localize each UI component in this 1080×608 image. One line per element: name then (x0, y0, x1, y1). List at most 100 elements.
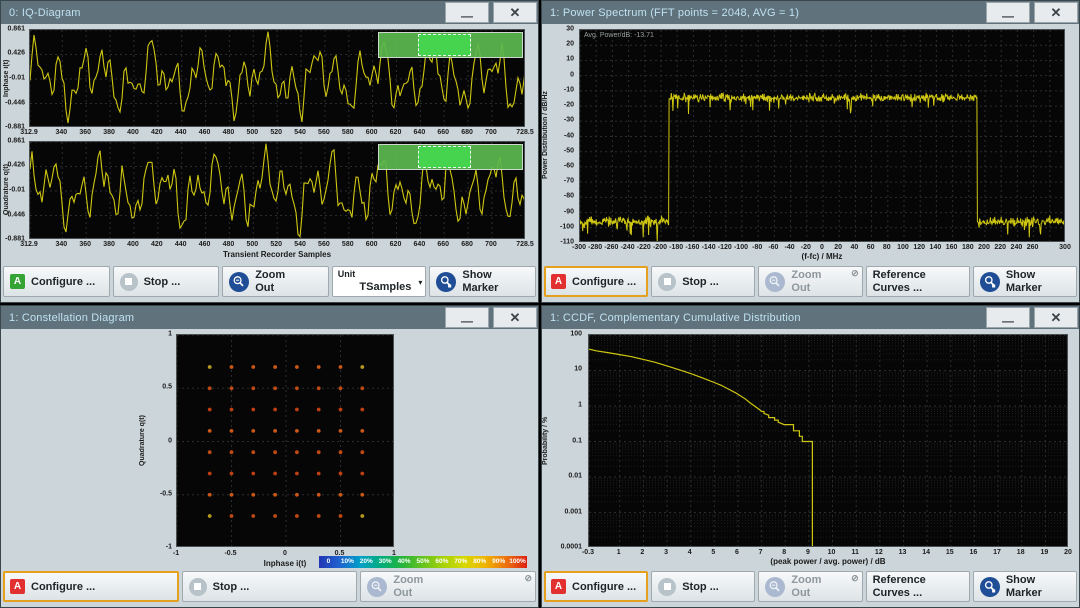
magnifier-icon (229, 272, 249, 292)
show-marker-button[interactable]: ShowMarker (973, 571, 1077, 602)
tick-label: 728.5 (516, 129, 534, 136)
configure-button[interactable]: A Configure ... (3, 266, 110, 297)
tick-label: 0 (168, 437, 172, 444)
ccdf-plot[interactable] (588, 334, 1068, 547)
minimize-button[interactable]: — (445, 2, 489, 23)
close-button[interactable]: ✕ (493, 2, 537, 23)
tick-label: 340 (55, 241, 67, 248)
stop-button[interactable]: Stop ... (182, 571, 358, 602)
zoom-out-button[interactable]: ZoomOut (222, 266, 329, 297)
tick-label: -120 (718, 244, 732, 251)
zoom-selection-handle[interactable] (418, 34, 471, 56)
tick-label: -260 (604, 244, 618, 251)
constellation-titlebar[interactable]: 1: Constellation Diagram — ✕ (1, 306, 538, 329)
reference-curves-button[interactable]: ReferenceCurves ... (866, 266, 970, 297)
disabled-badge-icon: ⊘ (851, 573, 859, 584)
minimize-button[interactable]: — (445, 307, 489, 328)
tick-label: 0.861 (7, 138, 25, 145)
close-button[interactable]: ✕ (1034, 307, 1078, 328)
tick-label: 540 (294, 129, 306, 136)
tick-label: 0 (820, 244, 824, 251)
unit-dropdown[interactable]: Unit TSamples ▾ (332, 266, 427, 297)
spectrum-window-title: 1: Power Spectrum (FFT points = 2048, AV… (542, 7, 799, 19)
tick-label: -0.446 (5, 211, 25, 218)
close-icon: ✕ (510, 5, 521, 21)
tick-label: -200 (653, 244, 667, 251)
tick-label: -40 (785, 244, 795, 251)
reference-curves-button[interactable]: ReferenceCurves ... (866, 571, 970, 602)
tick-label: -60 (564, 162, 574, 169)
iq-titlebar[interactable]: 0: IQ-Diagram — ✕ (1, 1, 538, 24)
configure-button[interactable]: A Configure ... (544, 571, 648, 602)
tick-label: 660 (437, 241, 449, 248)
zoom-overview-widget[interactable] (378, 32, 523, 58)
iq-plot2-xticks: 312.934036038040042044046048050052054056… (29, 240, 525, 250)
tick-label: 440 (175, 241, 187, 248)
spectrum-plot[interactable]: Avg. Power/dB: -13.71 (579, 29, 1065, 242)
iq-plot2-quadrature[interactable] (29, 141, 525, 239)
spectrum-toolbar: A Configure ... Stop ... ZoomOut ⊘ Refer… (542, 264, 1079, 302)
tick-label: 8 (782, 549, 786, 556)
marker-icon (980, 272, 1000, 292)
iq-plot1-inphase[interactable] (29, 29, 525, 127)
show-marker-button[interactable]: ShowMarker (429, 266, 536, 297)
disabled-badge-icon: ⊘ (524, 573, 532, 584)
zoom-out-button-disabled[interactable]: ZoomOut ⊘ (360, 571, 536, 602)
ccdf-titlebar[interactable]: 1: CCDF, Complementary Cumulative Distri… (542, 306, 1079, 329)
tick-label: 400 (127, 129, 139, 136)
avg-power-annotation: Avg. Power/dB: -13.71 (584, 32, 654, 39)
tick-label: 600 (366, 241, 378, 248)
window-ccdf: 1: CCDF, Complementary Cumulative Distri… (541, 305, 1080, 608)
minimize-button[interactable]: — (986, 2, 1030, 23)
spectrum-titlebar[interactable]: 1: Power Spectrum (FFT points = 2048, AV… (542, 1, 1079, 24)
colorbar-label: 20% (357, 556, 376, 568)
constellation-plot[interactable] (176, 334, 394, 547)
zoom-selection-handle[interactable] (418, 146, 471, 168)
close-button[interactable]: ✕ (1034, 2, 1078, 23)
tick-label: -90 (564, 208, 574, 215)
zoom-out-button-disabled[interactable]: ZoomOut ⊘ (758, 266, 862, 297)
tick-label: -220 (637, 244, 651, 251)
minimize-icon: — (461, 9, 473, 23)
tick-label: 20 (566, 41, 574, 48)
tick-label: 380 (103, 129, 115, 136)
ccdf-toolbar: A Configure ... Stop ... ZoomOut ⊘ Refer… (542, 569, 1079, 607)
tick-label: 580 (342, 241, 354, 248)
tick-label: 500 (246, 129, 258, 136)
close-button[interactable]: ✕ (493, 307, 537, 328)
iq-xaxis-caption: Transient Recorder Samples (29, 250, 525, 259)
tick-label: -50 (564, 147, 574, 154)
marker-icon (436, 272, 456, 292)
window-power-spectrum: 1: Power Spectrum (FFT points = 2048, AV… (541, 0, 1080, 303)
stop-button[interactable]: Stop ... (651, 571, 755, 602)
tick-label: -180 (669, 244, 683, 251)
stop-button[interactable]: Stop ... (113, 266, 220, 297)
zoom-out-button-disabled[interactable]: ZoomOut ⊘ (758, 571, 862, 602)
tick-label: 10 (566, 56, 574, 63)
ccdf-xaxis-caption: (peak power / avg. power) / dB (588, 557, 1068, 566)
tick-label: -280 (588, 244, 602, 251)
tick-label: 700 (485, 241, 497, 248)
show-marker-button[interactable]: ShowMarker (973, 266, 1077, 297)
tick-label: 10 (574, 366, 582, 373)
tick-label: 5 (711, 549, 715, 556)
minimize-button[interactable]: — (986, 307, 1030, 328)
constellation-yticks: 10.50-0.5-1 (148, 334, 174, 547)
tick-label: 460 (199, 129, 211, 136)
tick-label: 11 (851, 549, 858, 556)
tick-label: 10 (828, 549, 836, 556)
tick-label: 0 (570, 71, 574, 78)
tick-label: 400 (127, 241, 139, 248)
zoom-overview-widget[interactable] (378, 144, 523, 170)
configure-button[interactable]: A Configure ... (3, 571, 179, 602)
ccdf-trace (589, 335, 1068, 547)
constellation-content: Quadrature q(t) 10.50-0.5-1 -1-0.500.51 … (1, 329, 538, 569)
colorbar-label: 80% (470, 556, 489, 568)
minimize-icon: — (461, 314, 473, 328)
tick-label: 0.5 (162, 384, 172, 391)
tick-label: -60 (768, 244, 778, 251)
stop-button[interactable]: Stop ... (651, 266, 755, 297)
tick-label: -0.3 (582, 549, 594, 556)
tick-label: 1 (168, 331, 172, 338)
configure-button[interactable]: A Configure ... (544, 266, 648, 297)
